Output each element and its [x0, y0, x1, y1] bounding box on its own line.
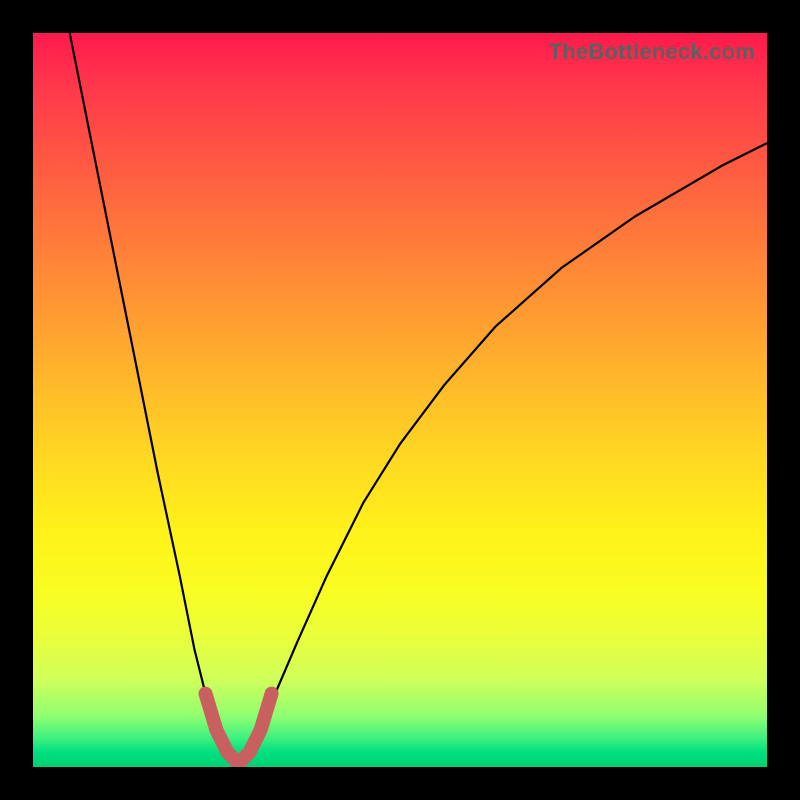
chart-frame: TheBottleneck.com	[0, 0, 800, 800]
highlight-region	[206, 694, 272, 764]
plot-area: TheBottleneck.com	[33, 33, 767, 767]
chart-svg	[33, 33, 767, 767]
bottleneck-curve	[70, 33, 767, 763]
